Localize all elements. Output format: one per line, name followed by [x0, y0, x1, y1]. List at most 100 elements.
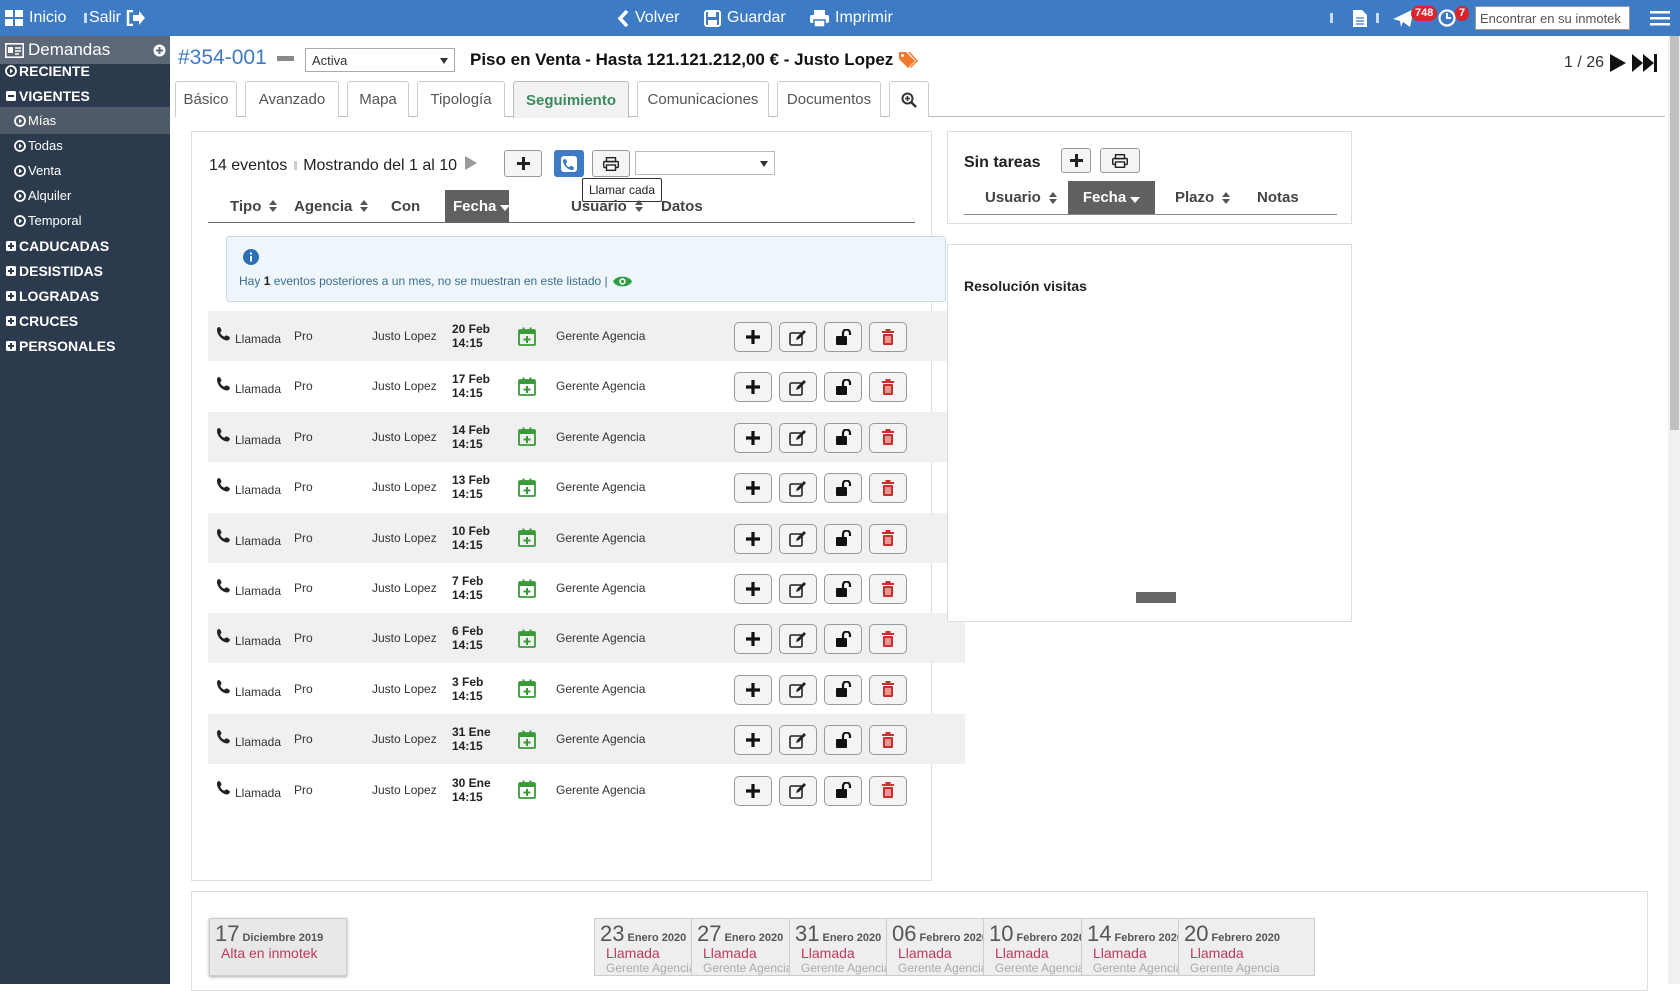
timeline-item[interactable]: 31 Enero 2020 Llamada Gerente Agencia	[789, 918, 891, 976]
alarms-button[interactable]	[1438, 0, 1456, 36]
back-button[interactable]: Volver	[617, 0, 679, 36]
task-column-header-4[interactable]: Notas	[1257, 181, 1299, 214]
event-calendar[interactable]	[518, 462, 536, 512]
task-column-header-2[interactable]: Fecha	[1068, 181, 1155, 214]
edit-button[interactable]	[779, 674, 817, 705]
table-row[interactable]: Llamada Pro Justo Lopez 6 Feb 14:15 Gerente A…	[208, 613, 965, 664]
event-calendar[interactable]	[518, 361, 536, 411]
event-with[interactable]: Justo Lopez	[372, 613, 437, 663]
event-with[interactable]: Justo Lopez	[372, 513, 437, 563]
event-calendar[interactable]	[518, 513, 536, 563]
edit-button[interactable]	[779, 725, 817, 756]
sidebar-item-4[interactable]: Todas	[0, 132, 170, 159]
delete-button[interactable]	[869, 322, 907, 352]
status-select[interactable]: Activa	[305, 48, 455, 72]
edit-button[interactable]	[779, 523, 817, 554]
add-button[interactable]	[734, 372, 772, 403]
event-calendar[interactable]	[518, 311, 536, 361]
timeline-item[interactable]: 06 Febrero 2020 Llamada Gerente Agencia	[886, 918, 988, 976]
menu-button[interactable]	[1650, 0, 1670, 36]
unlock-button[interactable]	[824, 322, 862, 352]
sidebar-item-7[interactable]: Temporal	[0, 207, 170, 234]
scrollbar-thumb[interactable]	[1670, 36, 1679, 430]
timeline-item[interactable]: 17 Diciembre 2019 Alta en inmotek	[209, 918, 347, 976]
add-button[interactable]	[734, 674, 772, 705]
column-header-4[interactable]: Fecha	[445, 190, 511, 222]
tags-icon[interactable]	[898, 51, 918, 69]
event-with[interactable]: Justo Lopez	[372, 664, 437, 714]
scrollbar[interactable]	[1668, 36, 1680, 984]
timeline-item[interactable]: 23 Enero 2020 Llamada Gerente Agencia	[594, 918, 696, 976]
unlock-button[interactable]	[824, 473, 862, 504]
tab-search[interactable]	[889, 81, 929, 117]
sidebar-item-2[interactable]: VIGENTES	[0, 82, 170, 109]
sidebar-item-1[interactable]: RECIENTE	[0, 57, 170, 84]
event-filter-select[interactable]	[635, 151, 775, 175]
tab-6[interactable]: Comunicaciones	[637, 81, 769, 117]
messages-button[interactable]	[1393, 0, 1414, 36]
table-row[interactable]: Llamada Pro Justo Lopez 20 Feb 14:15 Gerente …	[208, 311, 965, 361]
delete-button[interactable]	[869, 523, 907, 554]
edit-button[interactable]	[779, 422, 817, 453]
event-calendar[interactable]	[518, 714, 536, 764]
print-button[interactable]: Imprimir	[810, 0, 893, 36]
column-header-5[interactable]: Usuario	[571, 190, 643, 222]
unlock-button[interactable]	[824, 775, 862, 806]
add-task-button[interactable]	[1061, 148, 1091, 173]
task-column-header-1[interactable]: Usuario	[985, 181, 1057, 214]
unlock-button[interactable]	[824, 624, 862, 655]
table-row[interactable]: Llamada Pro Justo Lopez 30 Ene 14:15 Gerente …	[208, 765, 965, 815]
timeline-item[interactable]: 10 Febrero 2020 Llamada Gerente Agencia	[983, 918, 1085, 976]
add-event-button[interactable]	[504, 150, 542, 177]
tab-7[interactable]: Documentos	[777, 81, 881, 117]
sidebar-item-9[interactable]: DESISTIDAS	[0, 257, 170, 284]
tab-5[interactable]: Seguimiento	[513, 81, 629, 118]
plus-circle-icon[interactable]	[153, 44, 166, 57]
event-with[interactable]: Justo Lopez	[372, 311, 437, 361]
tab-1[interactable]: Básico	[175, 81, 237, 117]
add-button[interactable]	[734, 523, 772, 554]
column-header-3[interactable]: Con	[391, 190, 420, 222]
delete-button[interactable]	[869, 624, 907, 655]
edit-button[interactable]	[779, 574, 817, 604]
notes-button[interactable]	[1352, 0, 1368, 36]
sidebar-item-3[interactable]: Mías	[0, 107, 170, 134]
event-with[interactable]: Justo Lopez	[372, 563, 437, 613]
table-row[interactable]: Llamada Pro Justo Lopez 3 Feb 14:15 Gerente A…	[208, 664, 965, 714]
sidebar-item-8[interactable]: CADUCADAS	[0, 232, 170, 259]
unlock-button[interactable]	[824, 674, 862, 705]
save-button[interactable]: Guardar	[704, 0, 786, 36]
next-icon[interactable]	[1610, 54, 1627, 72]
add-button[interactable]	[734, 775, 772, 806]
table-row[interactable]: Llamada Pro Justo Lopez 31 Ene 14:15 Gerente …	[208, 714, 965, 765]
sidebar-item-12[interactable]: PERSONALES	[0, 332, 170, 359]
minimize-icon[interactable]	[277, 56, 294, 61]
home-link[interactable]: Inicio	[5, 0, 66, 36]
edit-button[interactable]	[779, 372, 817, 403]
table-row[interactable]: Llamada Pro Justo Lopez 7 Feb 14:15 Gerente A…	[208, 563, 965, 613]
unlock-button[interactable]	[824, 523, 862, 554]
table-row[interactable]: Llamada Pro Justo Lopez 10 Feb 14:15 Gerente …	[208, 512, 965, 563]
column-header-2[interactable]: Agencia	[294, 190, 369, 222]
logout-link[interactable]: Salir	[89, 0, 146, 36]
add-button[interactable]	[734, 574, 772, 604]
table-row[interactable]: Llamada Pro Justo Lopez 17 Feb 14:15 Gerente …	[208, 361, 965, 411]
global-search-input[interactable]	[1475, 6, 1630, 30]
add-button[interactable]	[734, 473, 772, 504]
last-page-icon[interactable]	[1632, 54, 1658, 72]
event-with[interactable]: Justo Lopez	[372, 361, 437, 411]
tab-4[interactable]: Tipología	[417, 81, 505, 117]
event-with[interactable]: Justo Lopez	[372, 462, 437, 512]
event-with[interactable]: Justo Lopez	[372, 765, 437, 815]
edit-button[interactable]	[779, 322, 817, 352]
unlock-button[interactable]	[824, 372, 862, 403]
event-calendar[interactable]	[518, 613, 536, 663]
add-button[interactable]	[734, 624, 772, 655]
event-calendar[interactable]	[518, 664, 536, 714]
timeline-item[interactable]: 14 Febrero 2020 Llamada Gerente Agencia	[1081, 918, 1183, 976]
edit-button[interactable]	[779, 624, 817, 655]
delete-button[interactable]	[869, 473, 907, 504]
sidebar-item-11[interactable]: CRUCES	[0, 307, 170, 334]
timeline-item[interactable]: 27 Enero 2020 Llamada Gerente Agencia	[691, 918, 793, 976]
tab-2[interactable]: Avanzado	[245, 81, 339, 117]
